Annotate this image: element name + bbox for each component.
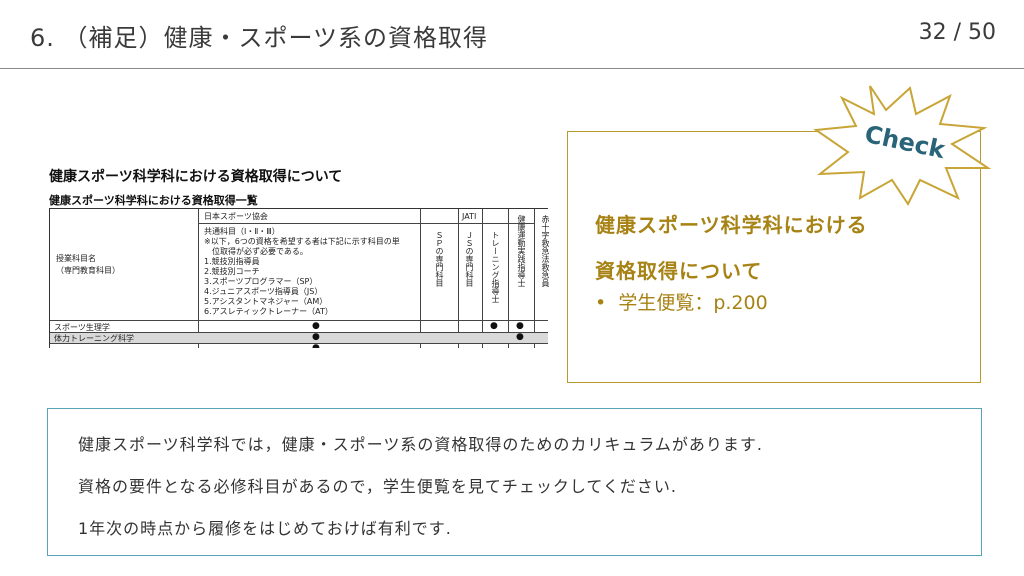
table-line	[458, 209, 459, 348]
slide-title: 6. （補足）健康・スポーツ系の資格取得	[30, 24, 489, 52]
col-health: 健康運動実践指導士	[517, 215, 526, 287]
table-line	[508, 209, 509, 348]
doc-item: 6.アスレティックトレーナー（AT）	[204, 307, 333, 316]
row-subject: 体力トレーニング科学	[54, 334, 134, 343]
note-line-1: 健康スポーツ科学科では，健康・スポーツ系の資格取得のためのカリキュラムがあります…	[78, 435, 763, 454]
org-jati: JATI	[462, 212, 477, 221]
col-redcross: 赤十字救急法救急員	[541, 215, 549, 287]
note-line-2: 資格の要件となる必修科目があるので，学生便覧を見てチェックしてください.	[78, 477, 678, 496]
mark: ●	[312, 343, 320, 348]
table-line	[420, 209, 421, 348]
document-image: 健康スポーツ科学科における資格取得について 健康スポーツ科学科における資格取得一…	[37, 164, 549, 348]
doc-subheading: 健康スポーツ科学科における資格取得一覧	[49, 194, 258, 207]
col-sp: ＳＰの専門科目	[435, 231, 444, 287]
table-line	[482, 209, 483, 348]
info-title: 健康スポーツ科学科における 資格取得について	[595, 202, 868, 294]
doc-heading: 健康スポーツ科学科における資格取得について	[49, 169, 343, 185]
table-line	[198, 209, 199, 348]
check-badge: Check	[813, 85, 992, 206]
bullet-text: 学生便覧：p.200	[618, 292, 768, 314]
mark: ●	[516, 321, 524, 331]
doc-table: 授業科目名 （専門教育科目） 日本スポーツ協会 JATI 共通科目（Ⅰ・Ⅱ・Ⅲ）…	[49, 208, 549, 348]
row-subject: スポーツ生理学	[54, 323, 110, 332]
row-label-title: 授業科目名	[56, 254, 96, 263]
mark: ●	[312, 321, 320, 331]
row-subject: …	[54, 344, 62, 348]
mark: ●	[516, 332, 524, 342]
row-label-sub: （専門教育科目）	[56, 266, 120, 275]
note-line-3: 1年次の時点から履修をはじめておけば有利です.	[78, 519, 452, 538]
page-number: 32 / 50	[918, 20, 996, 45]
note-box: 健康スポーツ科学科では，健康・スポーツ系の資格取得のためのカリキュラムがあります…	[47, 408, 982, 556]
table-line	[198, 223, 534, 224]
mark: ●	[312, 332, 320, 342]
mark: ●	[490, 321, 498, 331]
table-line	[50, 320, 548, 321]
table-line	[534, 209, 535, 348]
col-js: ＪＳの専門科目	[465, 231, 474, 287]
col-training: トレーニング指導士	[491, 231, 500, 303]
info-title-line1: 健康スポーツ科学科における	[595, 213, 868, 237]
info-bullet: • 学生便覧：p.200	[595, 288, 768, 315]
bullet-marker: •	[595, 292, 607, 314]
title-divider	[0, 68, 1024, 69]
org-jsa: 日本スポーツ協会	[204, 212, 268, 221]
